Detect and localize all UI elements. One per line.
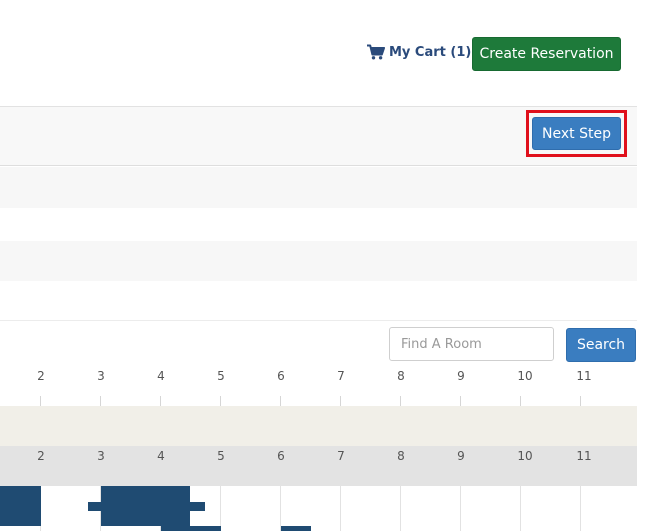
hour-label: 6 xyxy=(277,449,285,463)
booking-block[interactable] xyxy=(88,502,205,511)
find-room-input[interactable] xyxy=(389,327,554,361)
room-category-band xyxy=(0,406,637,446)
hour-label: 8 xyxy=(397,369,405,383)
hour-label: 10 xyxy=(517,449,533,463)
hour-tick xyxy=(160,396,161,406)
grid-line xyxy=(220,486,221,531)
grid-line xyxy=(340,486,341,531)
section-divider xyxy=(0,320,637,321)
hour-tick xyxy=(340,396,341,406)
grid-line xyxy=(400,486,401,531)
hour-label: 2 xyxy=(37,369,45,383)
hour-tick xyxy=(580,396,581,406)
hour-tick xyxy=(100,396,101,406)
grid-line xyxy=(280,486,281,531)
cart-label: My Cart (1) xyxy=(389,44,472,60)
hour-label: 7 xyxy=(337,369,345,383)
hour-label: 9 xyxy=(457,369,465,383)
search-button[interactable]: Search xyxy=(566,328,636,362)
hour-label: 11 xyxy=(576,369,592,383)
grid-line xyxy=(580,486,581,531)
hour-tick xyxy=(220,396,221,406)
hour-tick xyxy=(460,396,461,406)
hour-label: 3 xyxy=(97,449,105,463)
hour-tick xyxy=(520,396,521,406)
grid-line xyxy=(460,486,461,531)
my-cart-link[interactable]: My Cart (1) xyxy=(367,42,471,62)
grid-line xyxy=(520,486,521,531)
hour-tick xyxy=(280,396,281,406)
hour-tick xyxy=(400,396,401,406)
hour-label: 4 xyxy=(157,369,165,383)
cart-icon xyxy=(367,44,385,60)
hour-label: 3 xyxy=(97,369,105,383)
next-step-button[interactable]: Next Step xyxy=(532,117,621,150)
hour-label: 8 xyxy=(397,449,405,463)
hour-label: 5 xyxy=(217,369,225,383)
hour-label: 2 xyxy=(37,449,45,463)
hour-label: 4 xyxy=(157,449,165,463)
stripe-row xyxy=(0,241,637,281)
stripe-row xyxy=(0,167,637,208)
booking-block[interactable] xyxy=(161,526,221,531)
booking-block[interactable] xyxy=(281,526,311,531)
booking-block[interactable] xyxy=(0,486,41,526)
hour-label: 5 xyxy=(217,449,225,463)
hour-label: 6 xyxy=(277,369,285,383)
hour-label: 11 xyxy=(576,449,592,463)
create-reservation-button[interactable]: Create Reservation xyxy=(472,37,621,71)
hour-tick xyxy=(40,396,41,406)
hour-label: 10 xyxy=(517,369,533,383)
hour-label: 9 xyxy=(457,449,465,463)
hour-label: 7 xyxy=(337,449,345,463)
